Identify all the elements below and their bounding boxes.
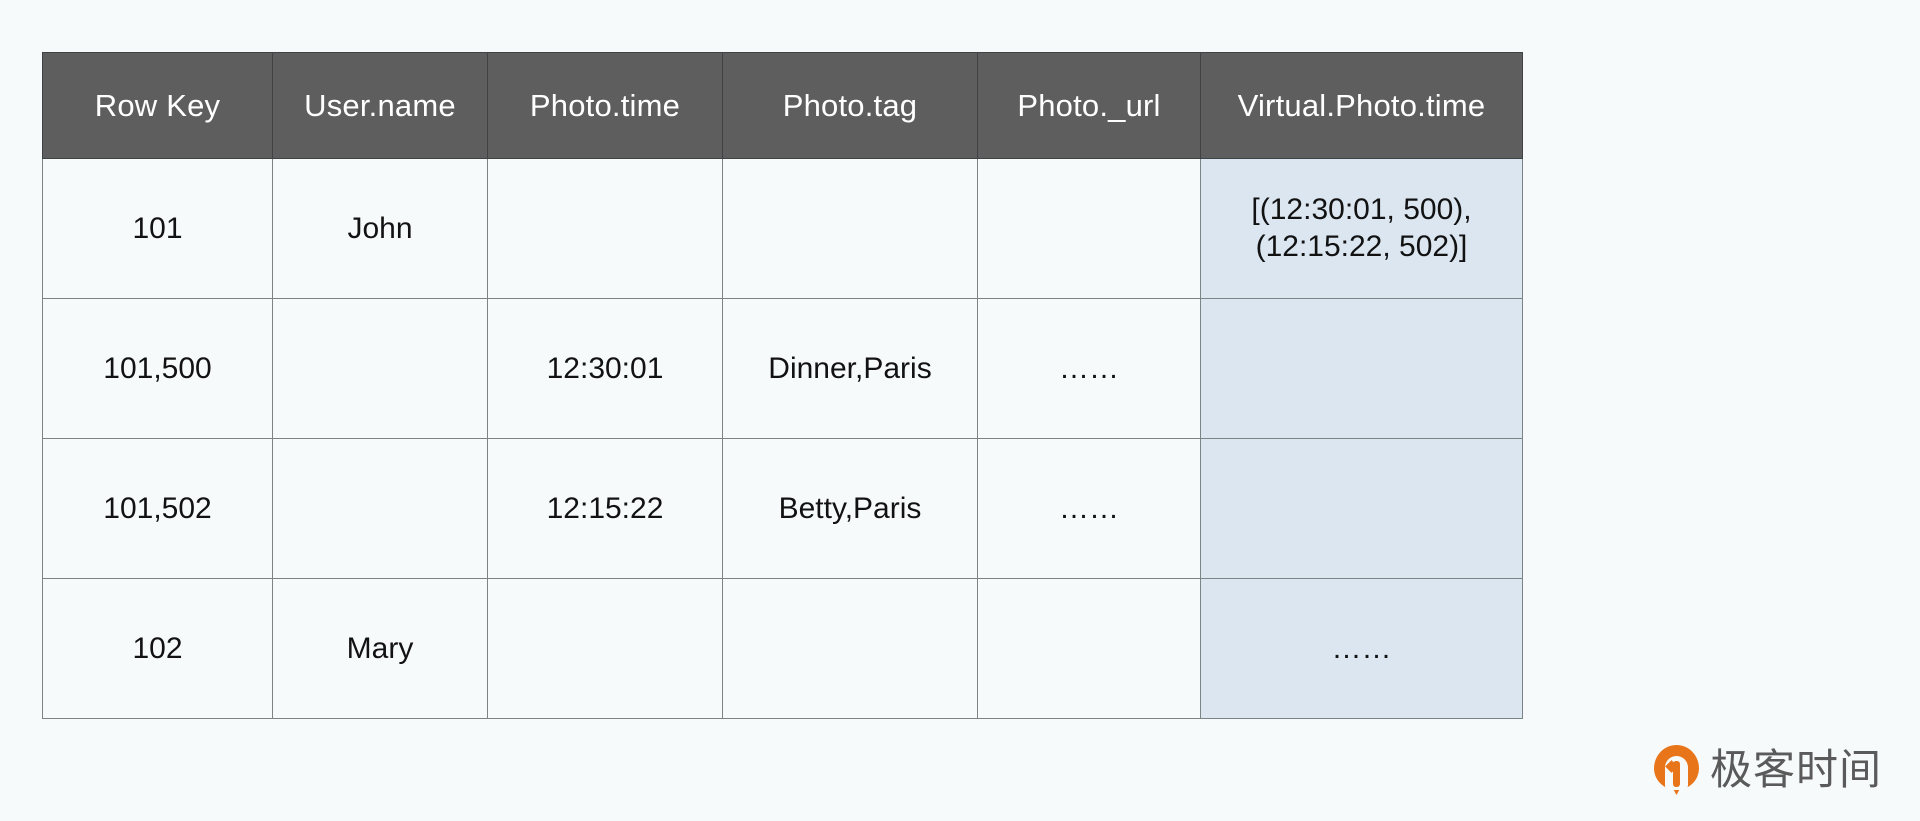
cell-row-key: 101 — [42, 158, 273, 299]
cell-virtual-photo-time — [1200, 298, 1523, 439]
cell-photo-tag — [722, 158, 978, 299]
column-header-photo-tag: Photo.tag — [722, 52, 978, 159]
cell-row-key: 101,502 — [42, 438, 273, 579]
cell-photo-tag — [722, 578, 978, 719]
cell-photo-time — [487, 158, 723, 299]
cell-photo-url — [977, 158, 1201, 299]
cell-user-name — [272, 438, 488, 579]
table-row: 101,500 12:30:01 Dinner,Paris …… — [42, 298, 1523, 439]
cell-photo-time: 12:15:22 — [487, 438, 723, 579]
hbase-schema-table: Row Key User.name Photo.time Photo.tag P… — [42, 52, 1523, 719]
cell-photo-url — [977, 578, 1201, 719]
table-header-row: Row Key User.name Photo.time Photo.tag P… — [42, 52, 1523, 159]
cell-virtual-photo-time: …… — [1200, 578, 1523, 719]
table-body: 101 John [(12:30:01, 500), (12:15:22, 50… — [42, 158, 1523, 719]
cell-user-name: Mary — [272, 578, 488, 719]
cell-user-name: John — [272, 158, 488, 299]
watermark-brand-label: 极客时间 — [1710, 745, 1883, 794]
column-header-photo-time: Photo.time — [487, 52, 723, 159]
cell-user-name — [272, 298, 488, 439]
cell-photo-tag: Dinner,Paris — [722, 298, 978, 439]
cell-photo-tag: Betty,Paris — [722, 438, 978, 579]
cell-row-key: 101,500 — [42, 298, 273, 439]
table-row: 102 Mary …… — [42, 578, 1523, 719]
cell-virtual-photo-time — [1200, 438, 1523, 579]
geektime-logo-icon — [1654, 745, 1699, 795]
table-row: 101,502 12:15:22 Betty,Paris …… — [42, 438, 1523, 579]
column-header-photo-url: Photo._url — [977, 52, 1201, 159]
cell-virtual-photo-time: [(12:30:01, 500), (12:15:22, 502)] — [1200, 158, 1523, 299]
column-header-user-name: User.name — [272, 52, 488, 159]
data-table-container: Row Key User.name Photo.time Photo.tag P… — [42, 52, 1523, 719]
cell-photo-url: …… — [977, 298, 1201, 439]
cell-photo-time — [487, 578, 723, 719]
cell-row-key: 102 — [42, 578, 273, 719]
column-header-virtual-photo-time: Virtual.Photo.time — [1200, 52, 1523, 159]
cell-photo-url: …… — [977, 438, 1201, 579]
watermark-logo: 极客时间 — [1654, 742, 1882, 798]
table-row: 101 John [(12:30:01, 500), (12:15:22, 50… — [42, 158, 1523, 299]
column-header-row-key: Row Key — [42, 52, 273, 159]
cell-photo-time: 12:30:01 — [487, 298, 723, 439]
table-header: Row Key User.name Photo.time Photo.tag P… — [42, 52, 1523, 159]
page-root: Row Key User.name Photo.time Photo.tag P… — [0, 0, 1920, 821]
